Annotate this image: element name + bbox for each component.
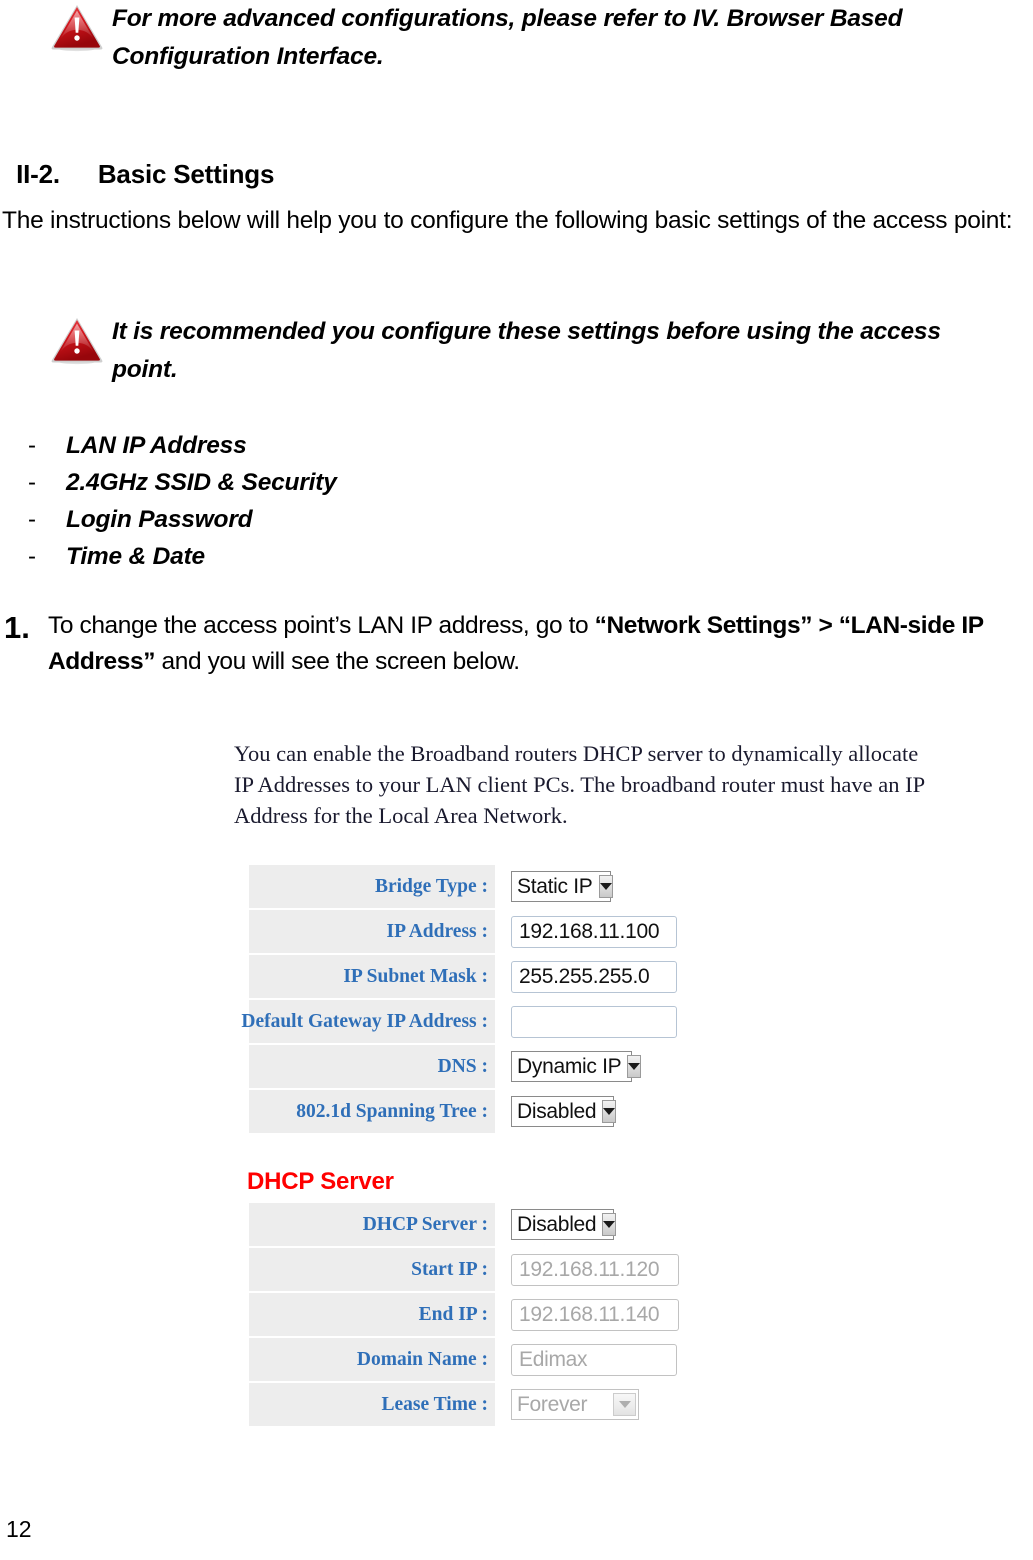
domain-name-input[interactable]: Edimax [511, 1343, 677, 1376]
start-ip-input[interactable]: 192.168.11.120 [511, 1253, 679, 1286]
domain-name-field: Edimax [495, 1338, 679, 1381]
advanced-config-note: For more advanced configurations, please… [50, 0, 950, 76]
bridge-type-value: Static IP [517, 874, 593, 898]
chevron-down-icon[interactable] [602, 1100, 617, 1123]
table-row: IP Address : 192.168.11.100 [249, 910, 677, 953]
basic-settings-bullet-list: - LAN IP Address - 2.4GHz SSID & Securit… [28, 427, 628, 575]
start-ip-label: Start IP : [249, 1248, 495, 1291]
intro-paragraph: The instructions below will help you to … [2, 207, 1013, 234]
step-text-before: To change the access point’s LAN IP addr… [48, 612, 595, 639]
ip-subnet-mask-label: IP Subnet Mask : [249, 955, 495, 998]
table-row: End IP : 192.168.11.140 [249, 1293, 679, 1336]
advanced-config-note-text: For more advanced configurations, please… [112, 5, 903, 70]
table-row: 802.1d Spanning Tree : Disabled [249, 1090, 677, 1133]
spanning-tree-value: Disabled [517, 1099, 597, 1123]
page-number: 12 [6, 1516, 32, 1542]
lease-time-field: Forever [495, 1383, 679, 1426]
ip-address-field: 192.168.11.100 [495, 910, 677, 953]
spanning-tree-select[interactable]: Disabled [511, 1096, 617, 1127]
dhcp-server-heading: DHCP Server [247, 1168, 394, 1195]
dhcp-server-label: DHCP Server : [249, 1203, 495, 1246]
table-row: IP Subnet Mask : 255.255.255.0 [249, 955, 677, 998]
lan-settings-table: Bridge Type : Static IP IP Address : 192… [241, 865, 677, 1135]
chevron-down-icon[interactable] [598, 875, 613, 898]
warning-triangle-icon [50, 2, 104, 52]
bullet-label: LAN IP Address [66, 432, 247, 459]
step-text: To change the access point’s LAN IP addr… [48, 608, 1033, 680]
spanning-tree-label: 802.1d Spanning Tree : [249, 1090, 495, 1133]
table-row: Domain Name : Edimax [249, 1338, 679, 1381]
start-ip-field: 192.168.11.120 [495, 1248, 679, 1291]
bullet-marker: - [28, 469, 36, 496]
warning-triangle-icon [50, 315, 104, 365]
lease-time-value: Forever [517, 1392, 588, 1416]
ip-subnet-mask-field: 255.255.255.0 [495, 955, 677, 998]
list-item: - Login Password [28, 501, 628, 538]
default-gateway-input[interactable] [511, 1005, 677, 1038]
dns-value: Dynamic IP [517, 1054, 622, 1078]
lease-time-label: Lease Time : [249, 1383, 495, 1426]
bullet-marker: - [28, 506, 36, 533]
list-item: - 2.4GHz SSID & Security [28, 464, 628, 501]
bullet-marker: - [28, 543, 36, 570]
dhcp-server-table: DHCP Server : Disabled Start IP : 192.16… [249, 1203, 679, 1428]
dhcp-server-value: Disabled [517, 1212, 597, 1236]
recommended-note: It is recommended you configure these se… [50, 313, 950, 389]
step-1: 1. To change the access point’s LAN IP a… [4, 608, 1033, 680]
ip-address-input[interactable]: 192.168.11.100 [511, 915, 677, 948]
step-text-after: and you will see the screen below. [155, 648, 521, 675]
bridge-type-select[interactable]: Static IP [511, 871, 613, 902]
bridge-type-label: Bridge Type : [249, 865, 495, 908]
bullet-label: 2.4GHz SSID & Security [66, 469, 337, 496]
step-number: 1. [4, 610, 30, 645]
ip-address-label: IP Address : [249, 910, 495, 953]
list-item: - LAN IP Address [28, 427, 628, 464]
recommended-note-text: It is recommended you configure these se… [112, 318, 941, 383]
step-bold-network-settings: “Network Settings” > [594, 612, 833, 639]
default-gateway-field [495, 1000, 677, 1043]
dhcp-server-select[interactable]: Disabled [511, 1209, 617, 1240]
default-gateway-label: Default Gateway IP Address : [241, 1000, 495, 1043]
chevron-down-icon[interactable] [627, 1055, 642, 1078]
ip-subnet-mask-input[interactable]: 255.255.255.0 [511, 960, 677, 993]
dns-select[interactable]: Dynamic IP [511, 1051, 642, 1082]
page-section-heading: II-2. Basic Settings [2, 128, 274, 190]
table-row: DNS : Dynamic IP [249, 1045, 677, 1088]
spanning-tree-field: Disabled [495, 1090, 677, 1133]
section-title: Basic Settings [97, 159, 275, 189]
dns-field: Dynamic IP [495, 1045, 677, 1088]
chevron-down-icon[interactable] [602, 1213, 617, 1236]
dhcp-server-field: Disabled [495, 1203, 679, 1246]
chevron-down-icon[interactable] [613, 1393, 636, 1416]
table-row: Start IP : 192.168.11.120 [249, 1248, 679, 1291]
section-number: II-2. [16, 159, 60, 189]
table-row: DHCP Server : Disabled [249, 1203, 679, 1246]
dhcp-description-text: You can enable the Broadband routers DHC… [234, 741, 925, 828]
table-row: Lease Time : Forever [249, 1383, 679, 1426]
dns-label: DNS : [249, 1045, 495, 1088]
bullet-marker: - [28, 432, 36, 459]
table-row: Default Gateway IP Address : [241, 1000, 677, 1043]
domain-name-label: Domain Name : [249, 1338, 495, 1381]
bridge-type-field: Static IP [495, 865, 677, 908]
lease-time-select[interactable]: Forever [511, 1389, 639, 1420]
bullet-label: Login Password [66, 506, 253, 533]
end-ip-field: 192.168.11.140 [495, 1293, 679, 1336]
router-config-screenshot: You can enable the Broadband routers DHC… [0, 720, 1033, 1460]
end-ip-input[interactable]: 192.168.11.140 [511, 1298, 679, 1331]
bullet-label: Time & Date [66, 543, 205, 570]
end-ip-label: End IP : [249, 1293, 495, 1336]
list-item: - Time & Date [28, 538, 628, 575]
table-row: Bridge Type : Static IP [249, 865, 677, 908]
